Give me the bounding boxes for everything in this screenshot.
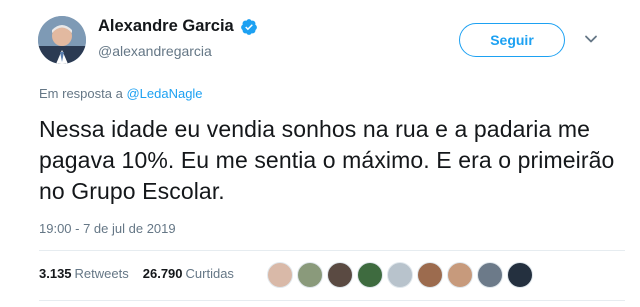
divider: [39, 300, 625, 301]
likes-count: 26.790: [142, 266, 183, 281]
liker-avatar[interactable]: [327, 262, 353, 288]
author-avatar[interactable]: [38, 16, 86, 64]
tweet-stats: 3.135 Retweets 26.790 Curtidas: [39, 266, 234, 281]
liker-avatars: [267, 262, 537, 288]
reply-prefix: Em resposta a: [39, 86, 123, 101]
author-name-row: Alexandre Garcia: [98, 17, 258, 36]
retweets-stat[interactable]: 3.135 Retweets: [39, 266, 129, 281]
liker-avatar[interactable]: [387, 262, 413, 288]
liker-avatar[interactable]: [297, 262, 323, 288]
tweet-card: Alexandre Garcia @alexandregarcia Seguir…: [0, 0, 640, 307]
tweet-timestamp[interactable]: 19:00 - 7 de jul de 2019: [39, 221, 176, 236]
retweets-count: 3.135: [39, 266, 72, 281]
liker-avatar[interactable]: [417, 262, 443, 288]
follow-button[interactable]: Seguir: [459, 23, 565, 57]
divider: [39, 250, 625, 251]
retweets-label: Retweets: [74, 266, 129, 281]
reply-mention-link[interactable]: @LedaNagle: [126, 86, 202, 101]
reply-context: Em resposta a @LedaNagle: [39, 86, 203, 101]
liker-avatar[interactable]: [477, 262, 503, 288]
tweet-text: Nessa idade eu vendia sonhos na rua e a …: [39, 116, 615, 204]
liker-avatar[interactable]: [267, 262, 293, 288]
liker-avatar[interactable]: [447, 262, 473, 288]
chevron-down-icon[interactable]: [582, 30, 600, 48]
author-handle[interactable]: @alexandregarcia: [98, 43, 212, 59]
liker-avatar[interactable]: [507, 262, 533, 288]
profile-photo-icon: [38, 16, 86, 64]
likes-stat[interactable]: 26.790 Curtidas: [143, 266, 234, 281]
liker-avatar[interactable]: [357, 262, 383, 288]
verified-badge-icon: [240, 18, 257, 35]
likes-label: Curtidas: [185, 266, 234, 281]
author-display-name[interactable]: Alexandre Garcia: [98, 17, 234, 36]
